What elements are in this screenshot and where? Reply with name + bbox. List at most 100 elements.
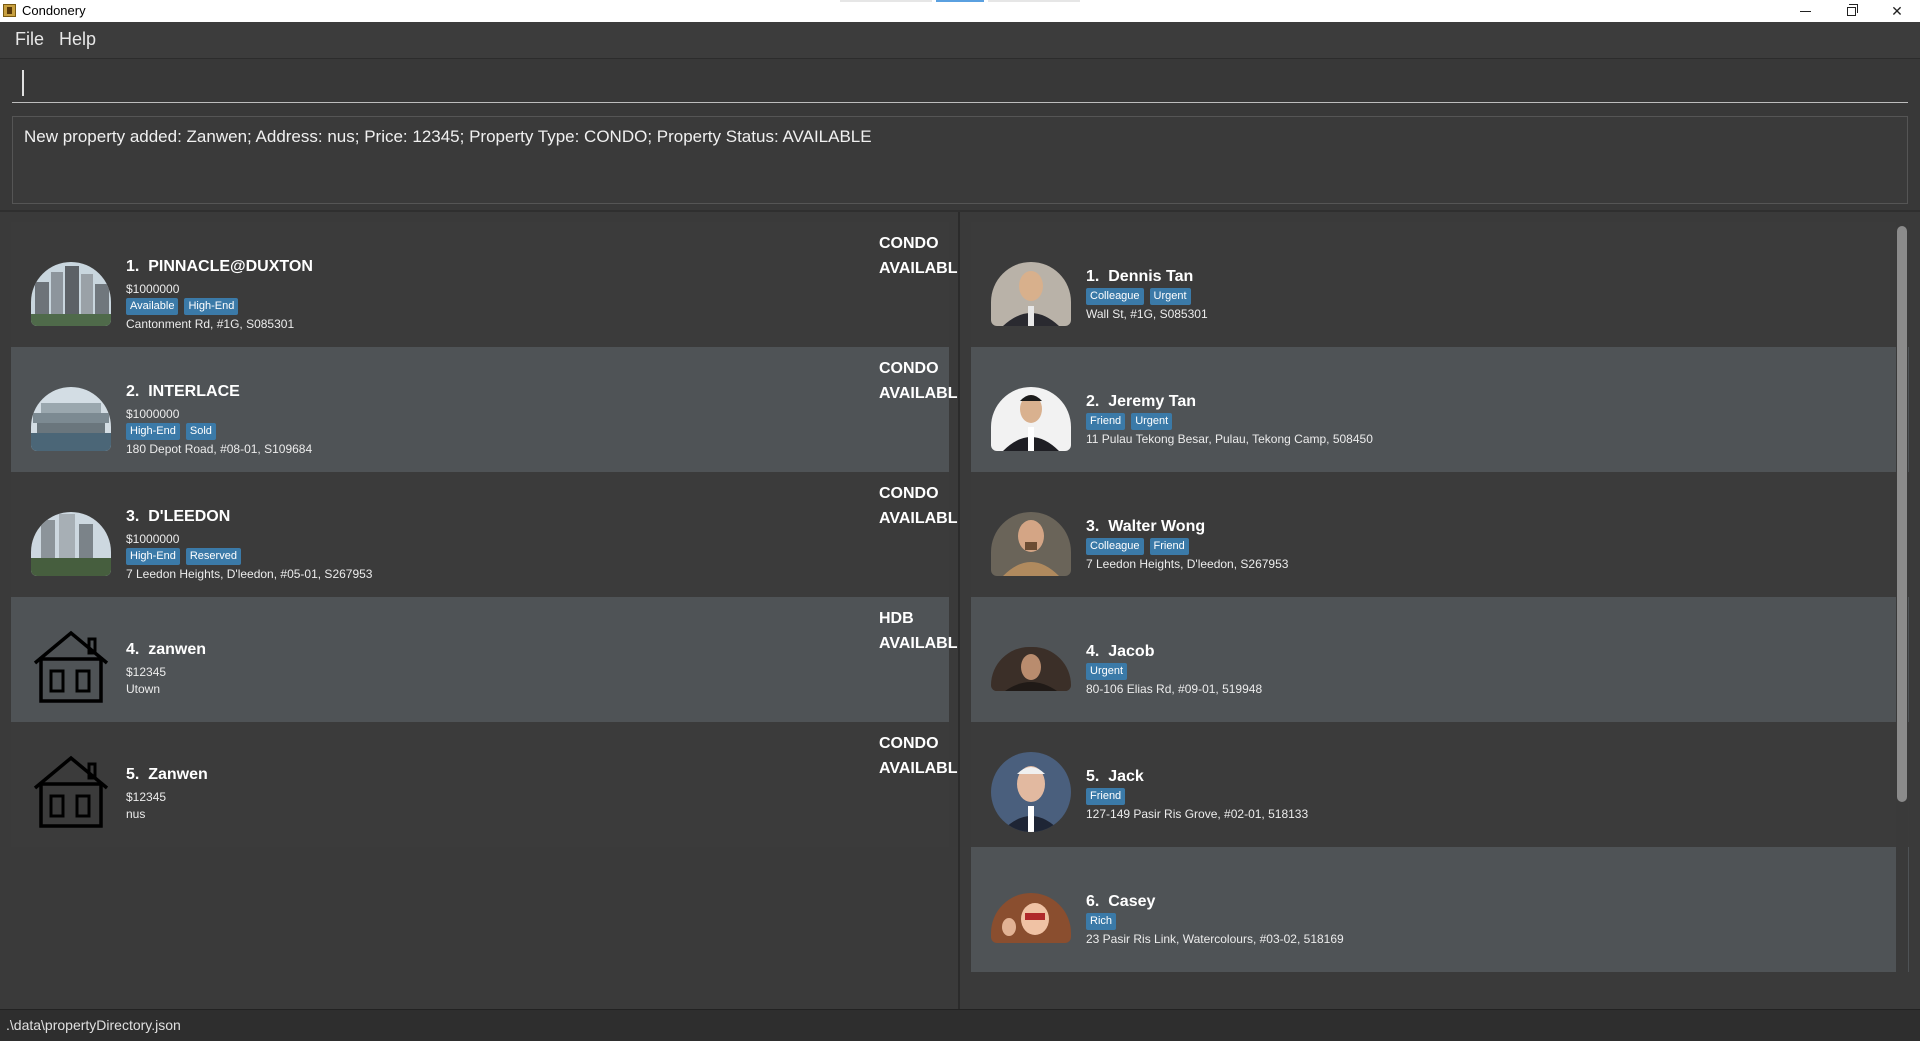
property-price: $1000000	[126, 282, 180, 296]
command-box	[12, 66, 1908, 104]
property-type: CONDO	[879, 235, 939, 252]
house-icon	[33, 755, 109, 828]
property-price: $1000000	[126, 407, 180, 421]
property-type: CONDO	[879, 360, 939, 377]
result-display: New property added: Zanwen; Address: nus…	[12, 116, 1908, 204]
property-name: 1. PINNACLE@DUXTON	[126, 258, 313, 275]
property-photo	[31, 387, 111, 451]
minimize-icon	[1799, 10, 1811, 12]
client-tags: Colleague Urgent	[1086, 288, 1191, 305]
property-name: 4. zanwen	[126, 641, 207, 658]
restore-icon	[1846, 3, 1858, 16]
tag: Friend	[1086, 788, 1126, 805]
property-name: 5. Zanwen	[126, 766, 208, 783]
property-list-panel: 1. PINNACLE@DUXTON $1000000 Available Hi…	[0, 212, 968, 1009]
property-price: $12345	[126, 665, 167, 679]
property-type: HDB	[879, 610, 914, 627]
client-address: 127-149 Pasir Ris Grove, #02-01, 518133	[1086, 807, 1309, 821]
title-bar-indicator	[988, 0, 1080, 2]
property-status: AVAILABLE	[879, 385, 969, 402]
client-photo	[991, 512, 1071, 576]
command-input[interactable]	[28, 66, 1892, 104]
status-bar: .\data\propertyDirectory.json	[0, 1009, 1920, 1041]
tag: High-End	[126, 423, 180, 440]
property-address: nus	[126, 807, 146, 821]
client-address: 80-106 Elias Rd, #09-01, 519948	[1086, 682, 1263, 696]
client-card[interactable]: 1. Dennis Tan Colleague Urgent Wall St, …	[971, 222, 1909, 347]
property-type: CONDO	[879, 485, 939, 502]
property-name: 3. D'LEEDON	[126, 508, 231, 525]
tag: High-End	[184, 298, 239, 315]
client-photo	[991, 387, 1071, 451]
menu-file[interactable]: File	[15, 29, 44, 50]
tag: Sold	[185, 423, 216, 440]
title-bar: Condonery ✕	[0, 0, 1920, 22]
property-address: 7 Leedon Heights, D'leedon, #05-01, S267…	[126, 567, 373, 581]
property-address: 180 Depot Road, #08-01, S109684	[126, 442, 313, 456]
client-card[interactable]: 5. Jack Friend 127-149 Pasir Ris Grove, …	[971, 722, 1909, 847]
tag: Urgent	[1086, 663, 1128, 680]
client-name: 6. Casey	[1086, 893, 1156, 910]
app-icon	[3, 4, 16, 17]
menu-help[interactable]: Help	[59, 29, 96, 50]
client-tags: Urgent	[1086, 663, 1128, 680]
property-card[interactable]: 4. zanwen $12345 Utown HDB AVAILABLE	[11, 597, 968, 722]
client-name: 1. Dennis Tan	[1086, 268, 1194, 285]
client-card[interactable]: 6. Casey Rich 23 Pasir Ris Link, Waterco…	[971, 847, 1909, 972]
result-message: New property added: Zanwen; Address: nus…	[24, 127, 872, 146]
client-card[interactable]: 3. Walter Wong Colleague Friend 7 Leedon…	[971, 472, 1909, 597]
title-bar-indicator	[936, 0, 984, 2]
client-list-panel: 1. Dennis Tan Colleague Urgent Wall St, …	[960, 212, 1920, 1009]
property-type: CONDO	[879, 735, 939, 752]
tag: Urgent	[1131, 413, 1173, 430]
title-bar-indicator	[840, 0, 932, 2]
tag: High-End	[126, 548, 180, 565]
property-address: Utown	[126, 682, 161, 696]
property-card[interactable]: 1. PINNACLE@DUXTON $1000000 Available Hi…	[11, 222, 968, 347]
tag: Friend	[1149, 538, 1189, 555]
scrollbar-thumb[interactable]	[1897, 226, 1907, 802]
house-icon	[33, 630, 109, 703]
client-name: 5. Jack	[1086, 768, 1144, 785]
property-status: AVAILABLE	[879, 260, 969, 277]
client-tags: Friend Urgent	[1086, 413, 1173, 430]
property-tags: High-End Sold	[126, 423, 216, 440]
property-price: $12345	[126, 790, 167, 804]
close-button[interactable]: ✕	[1874, 0, 1920, 22]
property-tags: Available High-End	[126, 298, 239, 315]
client-address: 23 Pasir Ris Link, Watercolours, #03-02,…	[1086, 932, 1344, 946]
client-address: 7 Leedon Heights, D'leedon, S267953	[1086, 557, 1289, 571]
client-card[interactable]: 2. Jeremy Tan Friend Urgent 11 Pulau Tek…	[971, 347, 1909, 472]
tag: Friend	[1086, 413, 1126, 430]
property-status: AVAILABLE	[879, 635, 969, 652]
client-photo	[991, 647, 1071, 691]
tag: Colleague	[1086, 288, 1144, 305]
client-photo	[991, 262, 1071, 326]
client-name: 4. Jacob	[1086, 643, 1155, 660]
client-name: 3. Walter Wong	[1086, 518, 1206, 535]
client-tags: Friend	[1086, 788, 1126, 805]
tag: Colleague	[1086, 538, 1144, 555]
property-card[interactable]: 5. Zanwen $12345 nus CONDO AVAILABLE	[11, 722, 968, 847]
data-file-path: .\data\propertyDirectory.json	[6, 1017, 181, 1033]
property-tags: High-End Reserved	[126, 548, 241, 565]
client-address: Wall St, #1G, S085301	[1086, 307, 1208, 321]
restore-button[interactable]	[1828, 0, 1874, 22]
window-title: Condonery	[22, 3, 86, 18]
property-status: AVAILABLE	[879, 510, 969, 527]
client-card[interactable]: 4. Jacob Urgent 80-106 Elias Rd, #09-01,…	[971, 597, 1909, 722]
tag: Reserved	[185, 548, 241, 565]
property-status: AVAILABLE	[879, 760, 969, 777]
property-card[interactable]: 3. D'LEEDON $1000000 High-End Reserved 7…	[11, 472, 968, 597]
client-tags: Colleague Friend	[1086, 538, 1189, 555]
property-card[interactable]: 2. INTERLACE $1000000 High-End Sold 180 …	[11, 347, 968, 472]
property-name: 2. INTERLACE	[126, 383, 240, 400]
property-price: $1000000	[126, 532, 180, 546]
minimize-button[interactable]	[1782, 0, 1828, 22]
client-tags: Rich	[1086, 913, 1117, 930]
property-photo	[31, 512, 111, 576]
tag: Rich	[1086, 913, 1117, 930]
close-icon: ✕	[1891, 2, 1903, 19]
tag: Urgent	[1149, 288, 1191, 305]
client-photo	[991, 893, 1071, 943]
